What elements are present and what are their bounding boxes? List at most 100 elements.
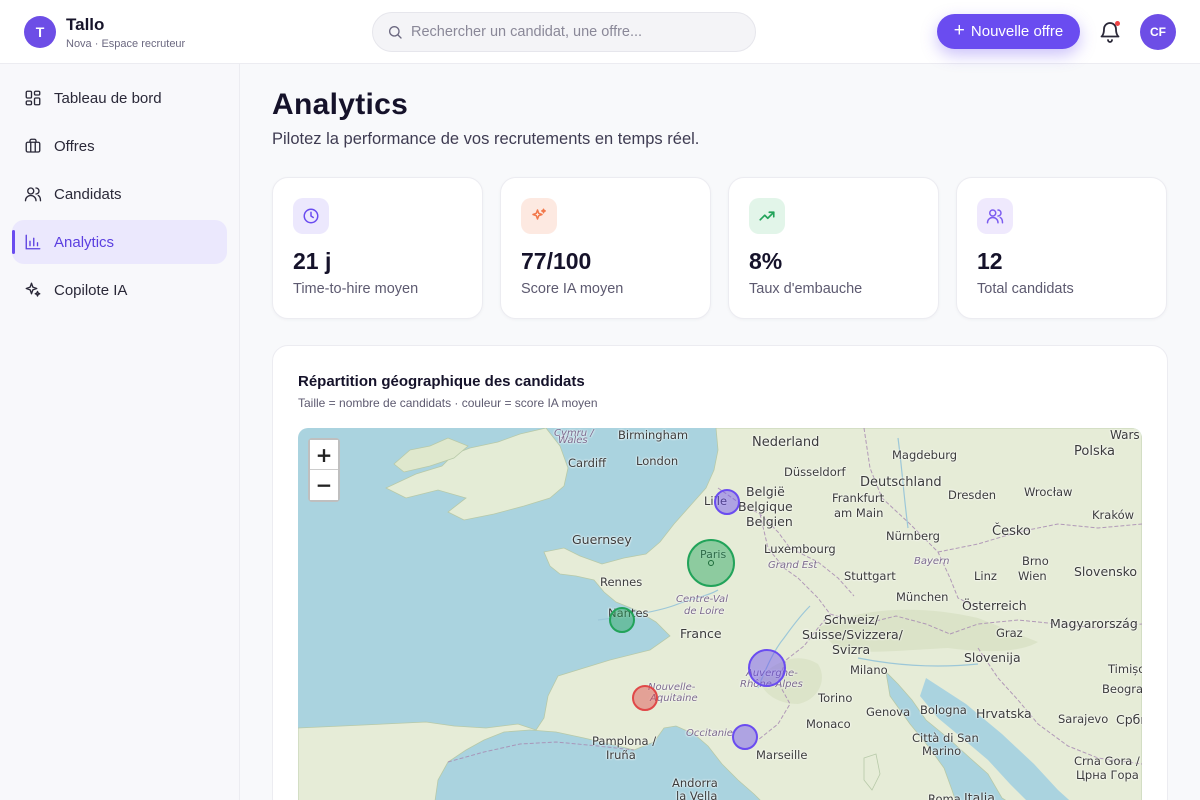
map-label: Frankfurt xyxy=(832,491,885,505)
dashboard-icon xyxy=(25,90,41,106)
map-label: London xyxy=(636,454,679,468)
trending-up-icon xyxy=(749,198,785,234)
map-label: Magdeburg xyxy=(892,448,958,462)
map-label: Grand Est xyxy=(768,560,818,571)
new-offer-label: Nouvelle offre xyxy=(970,23,1064,40)
kpi-value: 21 j xyxy=(293,248,332,274)
map-label: Guernsey xyxy=(572,532,632,547)
map-label: Cardiff xyxy=(568,456,607,470)
notification-dot xyxy=(1115,21,1120,26)
map-view[interactable]: + − Cymru / Wales Birmingham Nederland M… xyxy=(298,428,1142,800)
sidebar-item-label: Copilote IA xyxy=(54,281,128,299)
map-label: Genova xyxy=(866,705,911,719)
zoom-out-button[interactable]: − xyxy=(310,470,338,500)
users-icon xyxy=(977,198,1013,234)
sidebar-item-dashboard[interactable]: Tableau de bord xyxy=(12,76,227,120)
map-label: Auvergne- xyxy=(746,668,798,679)
kpi-value: 77/100 xyxy=(521,248,592,274)
map-label: Belgien xyxy=(746,514,793,529)
top-bar: T Tallo Nova · Espace recruteur + Nouvel… xyxy=(0,0,1200,64)
map-label: Slovensko xyxy=(1074,564,1138,579)
search-bar[interactable] xyxy=(372,12,756,52)
kpi-label: Score IA moyen xyxy=(521,281,624,297)
map-label: Iruña xyxy=(606,748,636,762)
map-label: Milano xyxy=(850,663,888,677)
sidebar-item-candidates[interactable]: Candidats xyxy=(12,172,227,216)
map-label: Andorra xyxy=(672,776,718,790)
zoom-controls: + − xyxy=(308,438,340,502)
map-label: Wars xyxy=(1110,428,1140,442)
sidebar-item-label: Tableau de bord xyxy=(54,89,162,107)
map-label: Città di San xyxy=(912,731,979,745)
map-label: Lille xyxy=(704,494,728,508)
map-label: Kraków xyxy=(1092,508,1135,522)
new-offer-button[interactable]: + Nouvelle offre xyxy=(937,14,1080,49)
sidebar-item-analytics[interactable]: Analytics xyxy=(12,220,227,264)
kpi-card-time-to-hire: 21 j Time-to-hire moyen xyxy=(272,177,483,319)
brand-name: Tallo xyxy=(66,15,105,34)
map-subtitle: Taille = nombre de candidats · couleur =… xyxy=(298,396,598,410)
clock-icon xyxy=(293,198,329,234)
map-label: Schweiz/ xyxy=(824,612,879,627)
brand-logo[interactable]: T xyxy=(24,16,56,48)
map-label: Србиј xyxy=(1116,712,1142,727)
map-label: Luxembourg xyxy=(764,542,836,556)
map-label: Crna Gora / xyxy=(1074,754,1140,768)
map-label: Beograd xyxy=(1102,682,1142,696)
map-label: Brno xyxy=(1022,554,1049,568)
map-label: München xyxy=(896,590,949,604)
sidebar-item-copilot[interactable]: Copilote IA xyxy=(12,268,227,312)
map-label: Marseille xyxy=(756,748,808,762)
map-label: Wales xyxy=(558,435,588,446)
map-label: Deutschland xyxy=(860,475,942,490)
map-label: Slovenija xyxy=(964,650,1021,665)
map-label: Stuttgart xyxy=(844,569,896,583)
map-label: Pamplona / xyxy=(592,734,657,748)
map-label: Rennes xyxy=(600,575,643,589)
search-icon xyxy=(389,26,402,39)
map-label: Polska xyxy=(1074,444,1115,459)
sidebar-item-label: Candidats xyxy=(54,185,122,203)
map-label: Česko xyxy=(992,524,1031,539)
kpi-label: Total candidats xyxy=(977,281,1074,297)
kpi-value: 12 xyxy=(977,248,1003,274)
map-label: Nürnberg xyxy=(886,529,940,543)
users-icon xyxy=(24,187,42,202)
kpi-label: Time-to-hire moyen xyxy=(293,281,419,297)
map-label: Wrocław xyxy=(1024,485,1073,499)
page-title: Analytics xyxy=(272,88,409,121)
user-avatar[interactable]: CF xyxy=(1140,14,1176,50)
kpi-card-hire-rate: 8% Taux d'embauche xyxy=(728,177,939,319)
map-label: Graz xyxy=(996,626,1023,640)
map-label: Hrvatska xyxy=(976,706,1032,721)
map-label: Paris xyxy=(700,548,727,561)
zoom-in-button[interactable]: + xyxy=(310,440,338,470)
map-label: Monaco xyxy=(806,717,851,731)
map-label: Birmingham xyxy=(618,428,689,442)
map-label: België xyxy=(746,484,785,499)
sidebar-item-offers[interactable]: Offres xyxy=(12,124,227,168)
search-input[interactable] xyxy=(411,24,731,40)
map-label: Sarajevo xyxy=(1058,712,1109,726)
map-label: Düsseldorf xyxy=(784,465,846,479)
map-label: Wien xyxy=(1018,569,1047,583)
map-label: Suisse/Svizzera/ xyxy=(802,627,903,642)
map-label: Svizra xyxy=(832,642,871,657)
map-label: Linz xyxy=(974,569,997,583)
kpi-label: Taux d'embauche xyxy=(749,281,863,297)
sparkles-icon xyxy=(521,198,557,234)
map-label: Nederland xyxy=(752,435,820,450)
kpi-value: 8% xyxy=(749,248,783,274)
briefcase-icon xyxy=(25,138,41,153)
map-label: Timișoara xyxy=(1108,662,1142,676)
map-label: Torino xyxy=(818,691,853,705)
map-label: am Main xyxy=(834,506,884,520)
map-label: Marino xyxy=(922,744,962,758)
sidebar-item-label: Analytics xyxy=(54,233,115,251)
map-label: Magyarország xyxy=(1050,616,1138,631)
map-label: Aquitaine xyxy=(650,693,698,704)
map-label: Roma xyxy=(928,792,961,800)
map-label: la Vella xyxy=(676,789,718,800)
map-label: Italia xyxy=(964,790,995,800)
map-label: de Loire xyxy=(684,606,725,617)
